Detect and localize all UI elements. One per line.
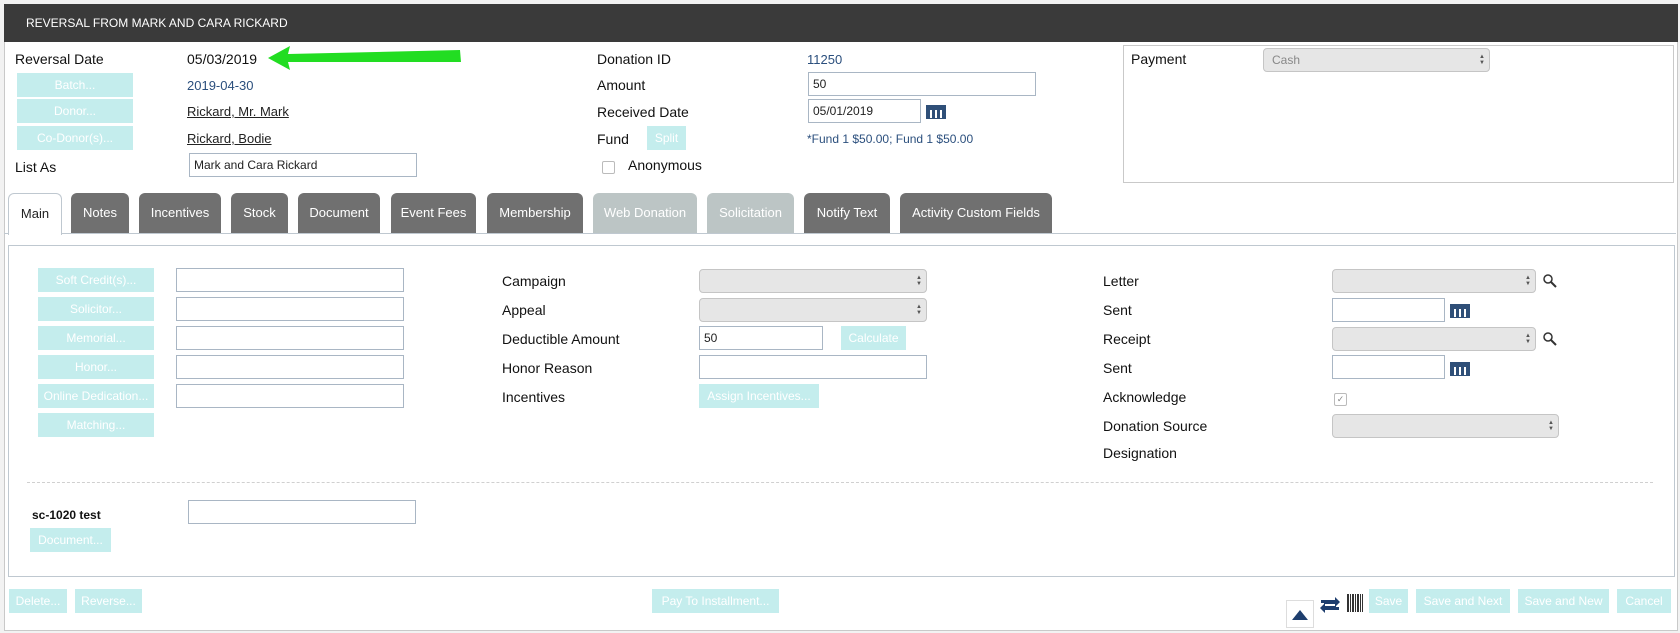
batch-button[interactable]: Batch... [17,73,133,97]
payment-label: Payment [1131,51,1187,67]
campaign-select[interactable] [699,269,927,293]
letter-label: Letter [1103,273,1139,289]
codonor-link[interactable]: Rickard, Bodie [187,131,272,146]
split-button[interactable]: Split [647,126,686,150]
tab-stock[interactable]: Stock [231,193,288,233]
reverse-button[interactable]: Reverse... [75,589,142,613]
receipt-sent-label: Sent [1103,360,1132,376]
memorial-input[interactable] [176,326,404,350]
online-dedication-input[interactable] [176,384,404,408]
solicitor-input[interactable] [176,297,404,321]
received-date-label: Received Date [597,104,689,120]
green-arrow-icon [268,46,461,70]
tab-solicitation[interactable]: Solicitation [707,193,794,233]
custom-field-label: sc-1020 test [32,508,101,522]
payment-select[interactable]: Cash [1263,48,1490,72]
cancel-button[interactable]: Cancel [1617,589,1671,613]
donor-link[interactable]: Rickard, Mr. Mark [187,104,289,119]
deductible-label: Deductible Amount [502,331,620,347]
honor-reason-label: Honor Reason [502,360,593,376]
solicitor-button[interactable]: Solicitor... [38,297,154,321]
tab-event-fees[interactable]: Event Fees [391,193,476,233]
campaign-label: Campaign [502,273,566,289]
honor-button[interactable]: Honor... [38,355,154,379]
title-bar: REVERSAL FROM MARK AND CARA RICKARD [4,4,1678,42]
tab-strip-line [4,233,1676,234]
donation-source-label: Donation Source [1103,418,1208,434]
donor-button[interactable]: Donor... [17,99,133,123]
codonor-button[interactable]: Co-Donor(s)... [17,126,133,150]
calculate-button[interactable]: Calculate [841,326,906,350]
window-title: REVERSAL FROM MARK AND CARA RICKARD [26,16,288,30]
soft-credit-input[interactable] [176,268,404,292]
main-panel [8,245,1675,577]
reversal-date-value: 05/03/2019 [187,51,258,67]
letter-sent-input[interactable] [1332,298,1445,322]
refresh-icon[interactable] [1318,594,1342,616]
receipt-search-icon[interactable] [1543,332,1557,346]
tab-web-donation[interactable]: Web Donation [593,193,697,233]
tab-main[interactable]: Main [8,193,62,235]
tab-membership[interactable]: Membership [487,193,583,233]
fund-label: Fund [597,131,629,147]
donation-id-label: Donation ID [597,51,671,67]
acknowledge-label: Acknowledge [1103,389,1187,405]
batch-value[interactable]: 2019-04-30 [187,78,254,93]
donation-source-select[interactable] [1332,414,1559,438]
calendar-icon[interactable] [1450,360,1470,376]
tab-incentives[interactable]: Incentives [139,193,221,233]
letter-select[interactable] [1332,269,1536,293]
amount-label: Amount [597,77,646,93]
online-dedication-button[interactable]: Online Dedication... [38,384,154,408]
save-and-next-button[interactable]: Save and Next [1416,589,1510,613]
document-button[interactable]: Document... [30,528,111,552]
scroll-top-button[interactable] [1286,600,1314,628]
calendar-icon[interactable] [926,103,946,119]
receipt-sent-input[interactable] [1332,355,1445,379]
tab-notes[interactable]: Notes [71,193,129,233]
received-date-input[interactable] [808,99,921,123]
incentives-label: Incentives [502,389,566,405]
reversal-date-label: Reversal Date [15,51,104,67]
fund-value: *Fund 1 $50.00; Fund 1 $50.00 [807,132,974,146]
honor-input[interactable] [176,355,404,379]
soft-credit-button[interactable]: Soft Credit(s)... [38,268,154,292]
list-as-input[interactable] [189,153,417,177]
custom-field-input[interactable] [188,500,416,524]
anonymous-label: Anonymous [628,157,702,173]
tab-activity-custom-fields[interactable]: Activity Custom Fields [900,193,1052,233]
designation-label: Designation [1103,445,1177,461]
save-button[interactable]: Save [1369,589,1408,613]
tab-notify-text[interactable]: Notify Text [804,193,890,233]
honor-reason-input[interactable] [699,355,927,379]
save-and-new-button[interactable]: Save and New [1518,589,1609,613]
amount-input[interactable] [808,72,1036,96]
list-as-label: List As [15,159,57,175]
assign-incentives-button[interactable]: Assign Incentives... [699,384,819,408]
appeal-label: Appeal [502,302,546,318]
appeal-select[interactable] [699,298,927,322]
acknowledge-checkbox[interactable]: ✓ [1334,393,1347,406]
matching-button[interactable]: Matching... [38,413,154,437]
tab-document[interactable]: Document [298,193,380,233]
donation-id-value: 11250 [807,52,843,67]
barcode-icon[interactable] [1347,594,1363,612]
deductible-input[interactable] [699,326,823,350]
delete-button[interactable]: Delete... [9,589,67,613]
payment-select-value: Cash [1272,53,1301,67]
memorial-button[interactable]: Memorial... [38,326,154,350]
section-divider [27,482,1653,483]
receipt-select[interactable] [1332,327,1536,351]
anonymous-checkbox[interactable] [602,161,615,174]
letter-sent-label: Sent [1103,302,1132,318]
receipt-label: Receipt [1103,331,1151,347]
calendar-icon[interactable] [1450,302,1470,318]
pay-installment-button[interactable]: Pay To Installment... [652,589,779,613]
letter-search-icon[interactable] [1543,274,1557,288]
triangle-up-icon [1292,610,1308,620]
